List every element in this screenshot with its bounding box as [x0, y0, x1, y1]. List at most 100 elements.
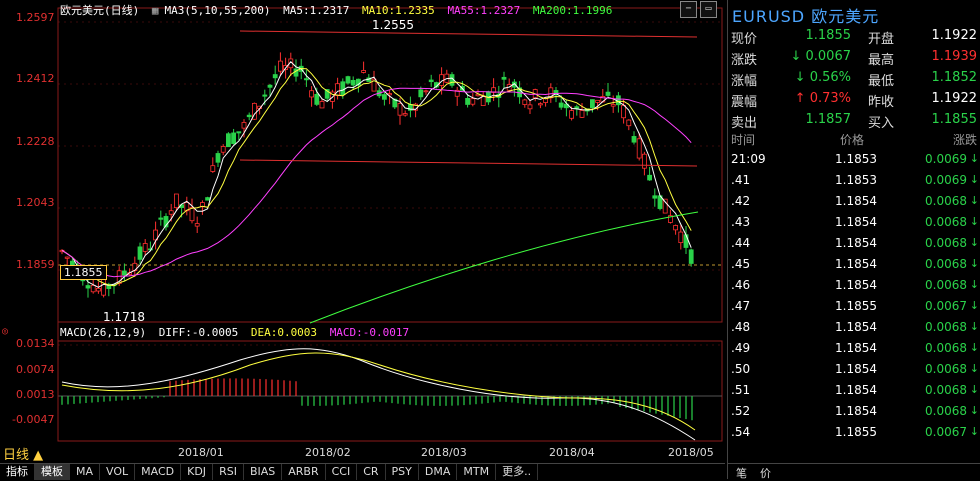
- indicator-tab[interactable]: 模板: [35, 464, 70, 480]
- tick-row: .54 1.1855 0.0067 ↓: [728, 425, 980, 446]
- quote-l2: 买入: [868, 116, 895, 131]
- indicator-tab[interactable]: DMA: [419, 464, 458, 480]
- tick-time: .54: [731, 425, 751, 439]
- indicator-tab[interactable]: MTM: [457, 464, 497, 480]
- candle-body: [314, 93, 320, 105]
- candle-body: [402, 113, 408, 116]
- ma200-label: MA200:1.1996: [532, 4, 613, 17]
- tick-change: 0.0067: [925, 299, 967, 313]
- candle-body: [558, 102, 564, 108]
- quote-l1: 震幅: [731, 95, 758, 110]
- macd-y-tick-label: 0.0013: [16, 388, 55, 401]
- indicator-tab[interactable]: KDJ: [181, 464, 214, 480]
- candle-body: [246, 114, 252, 118]
- tick-change: 0.0069: [925, 173, 967, 187]
- candle-body: [101, 278, 106, 296]
- chart-icon[interactable]: ▦: [152, 4, 159, 17]
- candle-body: [241, 122, 247, 129]
- tick-price: 1.1855: [835, 425, 877, 439]
- indicator-tab[interactable]: CR: [357, 464, 386, 480]
- tick-change: 0.0068: [925, 236, 967, 250]
- quote-l2: 最低: [868, 74, 895, 89]
- tick-row: .47 1.1855 0.0067 ↓: [728, 299, 980, 320]
- tick-change: 0.0068: [925, 341, 967, 355]
- candle-body: [225, 133, 231, 148]
- indicator-tab[interactable]: RSI: [213, 464, 244, 480]
- ma55-line: [61, 87, 692, 278]
- indicator-tab[interactable]: 更多..: [496, 464, 539, 480]
- tick-time: .49: [731, 341, 751, 355]
- tick-price: 1.1854: [835, 215, 877, 229]
- quote-v2: 1.1922: [931, 28, 978, 43]
- tick-change: 0.0067: [925, 425, 967, 439]
- candle-body: [262, 94, 268, 97]
- candle-body: [142, 243, 148, 252]
- candle-body: [267, 84, 273, 88]
- candle-body: [688, 249, 694, 264]
- candle-body: [173, 193, 179, 209]
- candle-body: [277, 60, 283, 72]
- high-marker: 1.2555: [372, 18, 414, 32]
- quote-v1: ↓ 0.56%: [794, 70, 851, 85]
- ma5-line: [61, 61, 692, 288]
- quote-v2: 1.1922: [931, 91, 978, 106]
- candle-body: [605, 91, 611, 96]
- tick-price: 1.1855: [835, 299, 877, 313]
- period-selector-button[interactable]: 日线 ▲: [3, 444, 43, 463]
- candle-body: [683, 234, 689, 248]
- x-tick-label: 2018/04: [549, 446, 595, 459]
- indicator-tabbar: 指标 模板 MA VOL MACD KDJ RSI BIAS ARBR CCI CR PSY DMA MT…: [0, 463, 725, 480]
- indicator-tab[interactable]: PSY: [386, 464, 419, 480]
- y-tick-label: 1.2228: [16, 135, 55, 148]
- indicator-tab[interactable]: BIAS: [244, 464, 283, 480]
- candle-body: [309, 90, 315, 98]
- candle-body: [189, 207, 195, 222]
- tick-time: 21:09: [731, 152, 766, 166]
- candle-body: [538, 103, 543, 106]
- indicator-tab[interactable]: MA: [70, 464, 101, 480]
- indicator-tab[interactable]: 指标: [0, 464, 35, 480]
- tick-time: .45: [731, 257, 751, 271]
- tick-price: 1.1853: [835, 152, 877, 166]
- quote-row: 涨幅 ↓ 0.56% 最低 1.1852: [728, 70, 980, 91]
- down-arrow-icon: ↓: [969, 425, 979, 438]
- tick-row: .49 1.1854 0.0068 ↓: [728, 341, 980, 362]
- tick-row: .45 1.1854 0.0068 ↓: [728, 257, 980, 278]
- tick-time: .43: [731, 215, 751, 229]
- candle-body: [428, 79, 434, 83]
- down-arrow-icon: ↓: [969, 299, 979, 312]
- candle-body: [595, 99, 600, 103]
- candlestick-chart[interactable]: [0, 0, 725, 463]
- tick-header-change: 涨跌: [952, 133, 977, 147]
- candle-body: [574, 106, 580, 109]
- candle-body: [303, 78, 309, 81]
- quote-l2: 昨收: [868, 95, 895, 110]
- quote-v1: ↑ 0.73%: [794, 91, 851, 106]
- tick-price: 1.1854: [835, 194, 877, 208]
- tick-price: 1.1854: [835, 278, 877, 292]
- tick-time: .48: [731, 320, 751, 334]
- zoom-out-icon[interactable]: −: [680, 1, 697, 18]
- candle-body: [85, 285, 91, 289]
- down-arrow-icon: ↓: [969, 383, 979, 396]
- candle-body: [215, 153, 221, 163]
- tick-price: 1.1854: [835, 362, 877, 376]
- tick-time: .51: [731, 383, 751, 397]
- indicator-tab[interactable]: ARBR: [282, 464, 326, 480]
- indicator-tab[interactable]: VOL: [100, 464, 136, 480]
- settings-dot-icon[interactable]: ◎: [2, 326, 8, 337]
- indicator-tab[interactable]: CCI: [326, 464, 358, 480]
- macd-y-tick-label: -0.0047: [12, 413, 55, 426]
- resistance-line: [239, 30, 698, 38]
- tick-price: 1.1854: [835, 320, 877, 334]
- candle-body: [350, 80, 356, 86]
- candle-body: [631, 136, 637, 143]
- candle-body: [642, 153, 647, 169]
- quote-l1: 涨幅: [731, 74, 758, 89]
- restore-icon[interactable]: ▭: [700, 1, 717, 18]
- tick-time: .47: [731, 299, 751, 313]
- candle-body: [621, 104, 626, 119]
- indicator-tab[interactable]: MACD: [135, 464, 182, 480]
- tick-row: .48 1.1854 0.0068 ↓: [728, 320, 980, 341]
- candle-body: [423, 90, 429, 93]
